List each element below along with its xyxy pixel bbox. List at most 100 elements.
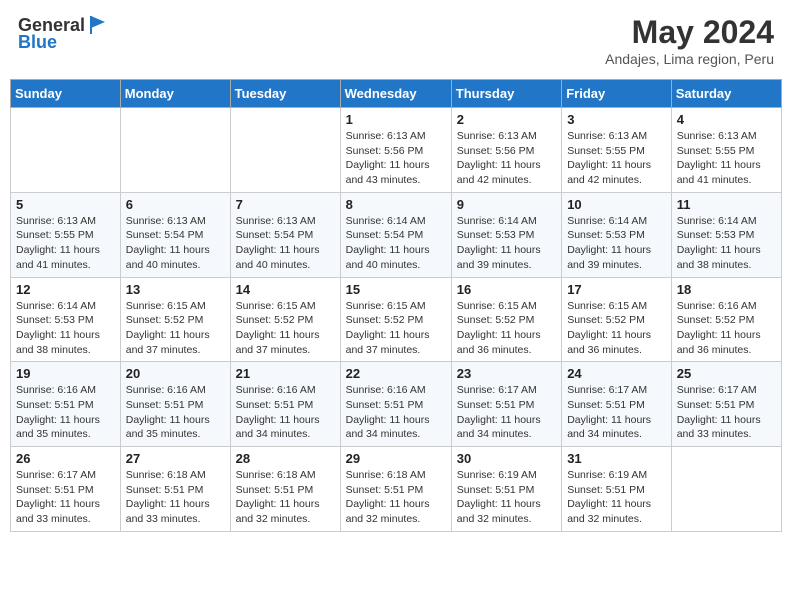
cell-daylight: Daylight: 11 hours and 35 minutes. xyxy=(16,413,115,442)
calendar-cell: 3 Sunrise: 6:13 AM Sunset: 5:55 PM Dayli… xyxy=(562,108,672,193)
calendar-cell: 21 Sunrise: 6:16 AM Sunset: 5:51 PM Dayl… xyxy=(230,362,340,447)
cell-date-number: 13 xyxy=(126,282,225,297)
cell-sunrise: Sunrise: 6:13 AM xyxy=(346,129,446,144)
cell-sunrise: Sunrise: 6:18 AM xyxy=(346,468,446,483)
cell-date-number: 23 xyxy=(457,366,556,381)
calendar-cell: 2 Sunrise: 6:13 AM Sunset: 5:56 PM Dayli… xyxy=(451,108,561,193)
calendar-header-row: Sunday Monday Tuesday Wednesday Thursday… xyxy=(11,80,782,108)
cell-sunset: Sunset: 5:55 PM xyxy=(677,144,776,159)
cell-sunset: Sunset: 5:51 PM xyxy=(126,483,225,498)
calendar-cell: 1 Sunrise: 6:13 AM Sunset: 5:56 PM Dayli… xyxy=(340,108,451,193)
cell-sunrise: Sunrise: 6:16 AM xyxy=(677,299,776,314)
cell-date-number: 7 xyxy=(236,197,335,212)
calendar-cell: 20 Sunrise: 6:16 AM Sunset: 5:51 PM Dayl… xyxy=(120,362,230,447)
calendar-cell: 9 Sunrise: 6:14 AM Sunset: 5:53 PM Dayli… xyxy=(451,192,561,277)
cell-sunset: Sunset: 5:53 PM xyxy=(677,228,776,243)
cell-sunrise: Sunrise: 6:14 AM xyxy=(16,299,115,314)
cell-date-number: 4 xyxy=(677,112,776,127)
header-friday: Friday xyxy=(562,80,672,108)
cell-sunset: Sunset: 5:52 PM xyxy=(236,313,335,328)
calendar-week-1: 1 Sunrise: 6:13 AM Sunset: 5:56 PM Dayli… xyxy=(11,108,782,193)
cell-date-number: 29 xyxy=(346,451,446,466)
cell-daylight: Daylight: 11 hours and 40 minutes. xyxy=(236,243,335,272)
cell-daylight: Daylight: 11 hours and 37 minutes. xyxy=(346,328,446,357)
cell-sunrise: Sunrise: 6:16 AM xyxy=(236,383,335,398)
cell-sunrise: Sunrise: 6:15 AM xyxy=(126,299,225,314)
cell-date-number: 17 xyxy=(567,282,666,297)
cell-sunrise: Sunrise: 6:14 AM xyxy=(567,214,666,229)
cell-date-number: 27 xyxy=(126,451,225,466)
cell-sunset: Sunset: 5:52 PM xyxy=(567,313,666,328)
cell-sunset: Sunset: 5:54 PM xyxy=(126,228,225,243)
cell-sunset: Sunset: 5:54 PM xyxy=(346,228,446,243)
cell-sunrise: Sunrise: 6:15 AM xyxy=(346,299,446,314)
calendar-cell: 13 Sunrise: 6:15 AM Sunset: 5:52 PM Dayl… xyxy=(120,277,230,362)
cell-sunset: Sunset: 5:56 PM xyxy=(457,144,556,159)
cell-sunrise: Sunrise: 6:14 AM xyxy=(677,214,776,229)
cell-date-number: 10 xyxy=(567,197,666,212)
cell-sunset: Sunset: 5:51 PM xyxy=(16,483,115,498)
cell-daylight: Daylight: 11 hours and 32 minutes. xyxy=(567,497,666,526)
calendar-cell xyxy=(120,108,230,193)
cell-date-number: 22 xyxy=(346,366,446,381)
cell-sunrise: Sunrise: 6:17 AM xyxy=(567,383,666,398)
cell-daylight: Daylight: 11 hours and 33 minutes. xyxy=(677,413,776,442)
cell-sunrise: Sunrise: 6:17 AM xyxy=(677,383,776,398)
logo: General Blue xyxy=(18,14,109,53)
cell-date-number: 1 xyxy=(346,112,446,127)
cell-daylight: Daylight: 11 hours and 34 minutes. xyxy=(346,413,446,442)
cell-sunrise: Sunrise: 6:17 AM xyxy=(457,383,556,398)
cell-daylight: Daylight: 11 hours and 42 minutes. xyxy=(457,158,556,187)
calendar-cell: 8 Sunrise: 6:14 AM Sunset: 5:54 PM Dayli… xyxy=(340,192,451,277)
header-saturday: Saturday xyxy=(671,80,781,108)
calendar-cell: 27 Sunrise: 6:18 AM Sunset: 5:51 PM Dayl… xyxy=(120,447,230,532)
cell-sunrise: Sunrise: 6:15 AM xyxy=(236,299,335,314)
cell-sunset: Sunset: 5:51 PM xyxy=(346,398,446,413)
cell-date-number: 8 xyxy=(346,197,446,212)
cell-sunset: Sunset: 5:56 PM xyxy=(346,144,446,159)
cell-sunrise: Sunrise: 6:15 AM xyxy=(457,299,556,314)
cell-sunset: Sunset: 5:51 PM xyxy=(677,398,776,413)
cell-daylight: Daylight: 11 hours and 36 minutes. xyxy=(677,328,776,357)
cell-daylight: Daylight: 11 hours and 39 minutes. xyxy=(567,243,666,272)
header-tuesday: Tuesday xyxy=(230,80,340,108)
cell-date-number: 6 xyxy=(126,197,225,212)
calendar-cell: 7 Sunrise: 6:13 AM Sunset: 5:54 PM Dayli… xyxy=(230,192,340,277)
cell-sunset: Sunset: 5:51 PM xyxy=(126,398,225,413)
calendar-cell: 29 Sunrise: 6:18 AM Sunset: 5:51 PM Dayl… xyxy=(340,447,451,532)
cell-daylight: Daylight: 11 hours and 40 minutes. xyxy=(126,243,225,272)
calendar-cell: 11 Sunrise: 6:14 AM Sunset: 5:53 PM Dayl… xyxy=(671,192,781,277)
calendar-cell: 25 Sunrise: 6:17 AM Sunset: 5:51 PM Dayl… xyxy=(671,362,781,447)
calendar-cell: 24 Sunrise: 6:17 AM Sunset: 5:51 PM Dayl… xyxy=(562,362,672,447)
cell-sunset: Sunset: 5:55 PM xyxy=(16,228,115,243)
cell-sunrise: Sunrise: 6:13 AM xyxy=(457,129,556,144)
cell-daylight: Daylight: 11 hours and 43 minutes. xyxy=(346,158,446,187)
cell-date-number: 16 xyxy=(457,282,556,297)
calendar-cell: 14 Sunrise: 6:15 AM Sunset: 5:52 PM Dayl… xyxy=(230,277,340,362)
cell-daylight: Daylight: 11 hours and 36 minutes. xyxy=(567,328,666,357)
calendar-cell xyxy=(230,108,340,193)
cell-daylight: Daylight: 11 hours and 37 minutes. xyxy=(236,328,335,357)
cell-date-number: 24 xyxy=(567,366,666,381)
calendar-cell: 19 Sunrise: 6:16 AM Sunset: 5:51 PM Dayl… xyxy=(11,362,121,447)
cell-sunset: Sunset: 5:55 PM xyxy=(567,144,666,159)
cell-daylight: Daylight: 11 hours and 35 minutes. xyxy=(126,413,225,442)
calendar-cell xyxy=(11,108,121,193)
calendar-cell: 22 Sunrise: 6:16 AM Sunset: 5:51 PM Dayl… xyxy=(340,362,451,447)
calendar-cell: 26 Sunrise: 6:17 AM Sunset: 5:51 PM Dayl… xyxy=(11,447,121,532)
calendar-week-5: 26 Sunrise: 6:17 AM Sunset: 5:51 PM Dayl… xyxy=(11,447,782,532)
cell-daylight: Daylight: 11 hours and 32 minutes. xyxy=(457,497,556,526)
cell-sunset: Sunset: 5:53 PM xyxy=(567,228,666,243)
cell-date-number: 5 xyxy=(16,197,115,212)
cell-daylight: Daylight: 11 hours and 34 minutes. xyxy=(236,413,335,442)
cell-sunset: Sunset: 5:51 PM xyxy=(346,483,446,498)
cell-sunrise: Sunrise: 6:13 AM xyxy=(126,214,225,229)
calendar-week-3: 12 Sunrise: 6:14 AM Sunset: 5:53 PM Dayl… xyxy=(11,277,782,362)
cell-sunrise: Sunrise: 6:16 AM xyxy=(126,383,225,398)
cell-sunset: Sunset: 5:51 PM xyxy=(457,398,556,413)
cell-sunrise: Sunrise: 6:15 AM xyxy=(567,299,666,314)
cell-date-number: 21 xyxy=(236,366,335,381)
cell-date-number: 28 xyxy=(236,451,335,466)
cell-daylight: Daylight: 11 hours and 37 minutes. xyxy=(126,328,225,357)
cell-date-number: 26 xyxy=(16,451,115,466)
